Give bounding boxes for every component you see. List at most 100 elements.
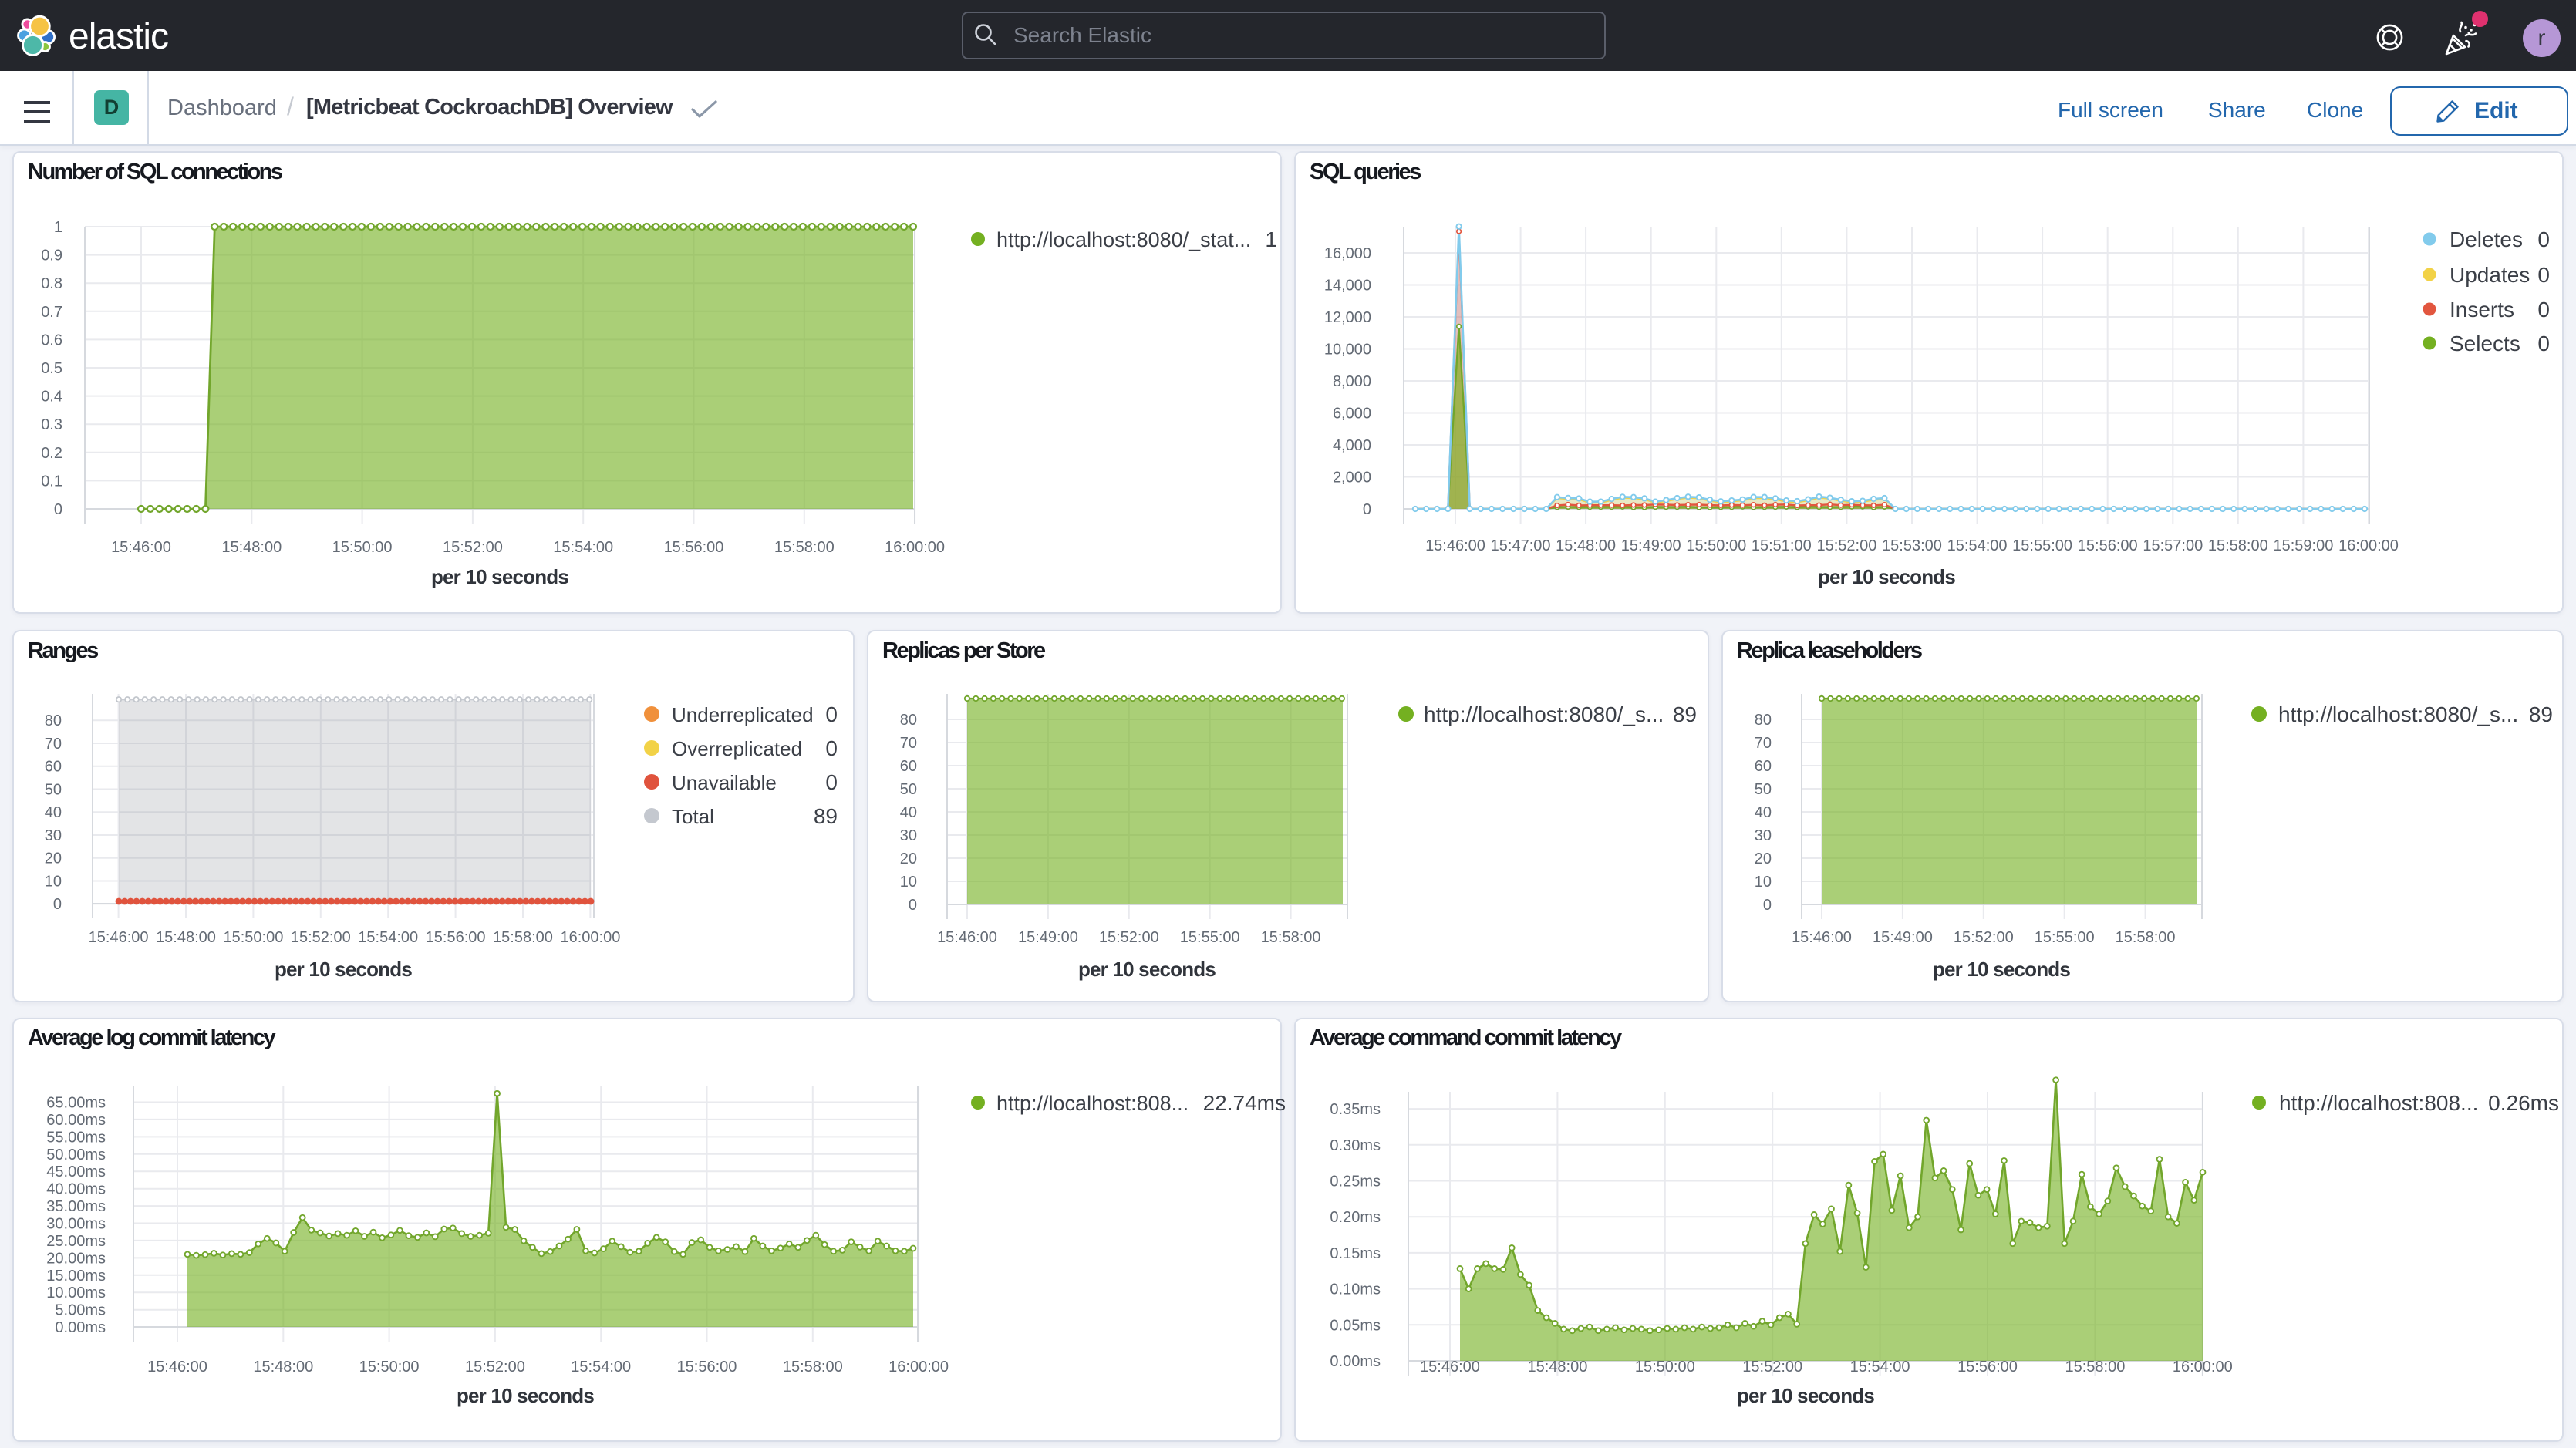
svg-text:15:52:00: 15:52:00 [1742,1359,1802,1376]
svg-text:60.00ms: 60.00ms [46,1112,106,1129]
svg-text:30: 30 [1755,827,1772,844]
svg-text:15:50:00: 15:50:00 [332,539,393,556]
svg-text:0: 0 [1763,897,1772,914]
svg-text:20.00ms: 20.00ms [46,1250,106,1267]
svg-text:http://localhost:808...: http://localhost:808... [2279,1091,2478,1115]
svg-text:15:46:00: 15:46:00 [89,929,149,946]
svg-text:15:58:00: 15:58:00 [783,1359,843,1376]
svg-text:15:55:00: 15:55:00 [2012,537,2072,554]
svg-text:0: 0 [1363,501,1371,518]
svg-text:0.6: 0.6 [41,332,62,349]
svg-text:Updates: Updates [2450,263,2530,287]
svg-text:15:48:00: 15:48:00 [1556,537,1616,554]
svg-text:SQL queries: SQL queries [1310,160,1421,184]
svg-text:Unavailable: Unavailable [672,771,777,794]
svg-text:16:00:00: 16:00:00 [2338,537,2399,554]
svg-text:15:52:00: 15:52:00 [443,539,503,556]
svg-text:per 10 seconds: per 10 seconds [1818,565,1955,588]
svg-text:per 10 seconds: per 10 seconds [457,1384,594,1407]
svg-text:70: 70 [1755,735,1772,752]
svg-text:5.00ms: 5.00ms [55,1302,106,1319]
svg-text:Replica leaseholders: Replica leaseholders [1737,638,1922,663]
svg-text:80: 80 [900,712,917,729]
svg-text:Underreplicated: Underreplicated [672,703,814,726]
svg-text:15:48:00: 15:48:00 [253,1359,313,1376]
svg-text:Inserts: Inserts [2450,298,2514,322]
svg-text:15:58:00: 15:58:00 [2065,1359,2125,1376]
svg-text:15:52:00: 15:52:00 [465,1359,525,1376]
svg-text:15:58:00: 15:58:00 [2208,537,2268,554]
svg-text:0: 0 [2537,298,2550,322]
svg-text:15:46:00: 15:46:00 [1420,1359,1480,1376]
svg-text:15:49:00: 15:49:00 [1873,929,1933,946]
svg-text:15:46:00: 15:46:00 [147,1359,207,1376]
svg-text:Deletes: Deletes [2450,227,2523,251]
svg-text:50: 50 [45,782,62,799]
svg-text:0.10ms: 0.10ms [1330,1281,1381,1298]
svg-text:15:50:00: 15:50:00 [1686,537,1746,554]
svg-text:55.00ms: 55.00ms [46,1129,106,1146]
svg-text:16:00:00: 16:00:00 [888,1359,949,1376]
svg-text:0.30ms: 0.30ms [1330,1137,1381,1154]
svg-text:Average log commit latency: Average log commit latency [28,1025,275,1050]
svg-text:15:57:00: 15:57:00 [2143,537,2203,554]
svg-text:16:00:00: 16:00:00 [885,539,945,556]
svg-text:15:52:00: 15:52:00 [1099,929,1159,946]
svg-text:15:58:00: 15:58:00 [2116,929,2176,946]
svg-text:0: 0 [909,897,917,914]
svg-text:2,000: 2,000 [1333,470,1371,487]
svg-text:0.1: 0.1 [41,473,62,490]
svg-text:15:56:00: 15:56:00 [2078,537,2138,554]
svg-text:22.74ms: 22.74ms [1203,1091,1286,1115]
svg-text:15:59:00: 15:59:00 [2273,537,2333,554]
svg-text:15:49:00: 15:49:00 [1018,929,1078,946]
svg-text:40.00ms: 40.00ms [46,1181,106,1198]
svg-text:15:48:00: 15:48:00 [1527,1359,1587,1376]
svg-text:0.9: 0.9 [41,248,62,264]
svg-text:0: 0 [825,702,838,726]
svg-text:15:52:00: 15:52:00 [1816,537,1876,554]
svg-text:15:55:00: 15:55:00 [1180,929,1240,946]
svg-text:0.26ms: 0.26ms [2488,1091,2559,1115]
svg-text:16,000: 16,000 [1324,245,1371,262]
svg-text:per 10 seconds: per 10 seconds [275,958,412,981]
svg-text:80: 80 [45,712,62,729]
svg-text:Number of SQL connections: Number of SQL connections [28,160,282,184]
svg-text:16:00:00: 16:00:00 [560,929,620,946]
svg-text:15:54:00: 15:54:00 [553,539,613,556]
svg-text:10.00ms: 10.00ms [46,1285,106,1302]
svg-text:0.3: 0.3 [41,416,62,433]
svg-text:60: 60 [45,759,62,776]
svg-text:15:58:00: 15:58:00 [774,539,835,556]
svg-text:15:54:00: 15:54:00 [571,1359,631,1376]
svg-text:20: 20 [900,850,917,867]
svg-text:0.05ms: 0.05ms [1330,1317,1381,1334]
svg-text:80: 80 [1755,712,1772,729]
svg-text:15:50:00: 15:50:00 [1635,1359,1695,1376]
svg-text:15:50:00: 15:50:00 [223,929,283,946]
svg-text:0.20ms: 0.20ms [1330,1209,1381,1226]
svg-text:15:50:00: 15:50:00 [359,1359,420,1376]
svg-text:15:47:00: 15:47:00 [1491,537,1551,554]
svg-text:15:49:00: 15:49:00 [1621,537,1681,554]
svg-text:15:51:00: 15:51:00 [1752,537,1812,554]
svg-text:15:56:00: 15:56:00 [677,1359,737,1376]
svg-text:10,000: 10,000 [1324,342,1371,359]
svg-text:15:56:00: 15:56:00 [1957,1359,2018,1376]
svg-text:45.00ms: 45.00ms [46,1163,106,1180]
svg-text:0: 0 [825,770,838,794]
svg-text:4,000: 4,000 [1333,437,1371,454]
svg-text:Selects: Selects [2450,332,2520,355]
svg-text:10: 10 [1755,874,1772,891]
svg-text:0.5: 0.5 [41,360,62,377]
svg-text:0.7: 0.7 [41,304,62,321]
svg-text:40: 40 [900,804,917,821]
svg-text:15:48:00: 15:48:00 [156,929,216,946]
svg-text:89: 89 [2529,702,2553,726]
svg-text:0: 0 [2537,263,2550,287]
svg-text:15:52:00: 15:52:00 [1954,929,2014,946]
svg-text:0.00ms: 0.00ms [55,1319,106,1336]
svg-text:http://localhost:808...: http://localhost:808... [996,1092,1189,1115]
svg-text:1: 1 [54,219,62,236]
svg-text:15:54:00: 15:54:00 [1850,1359,1910,1376]
